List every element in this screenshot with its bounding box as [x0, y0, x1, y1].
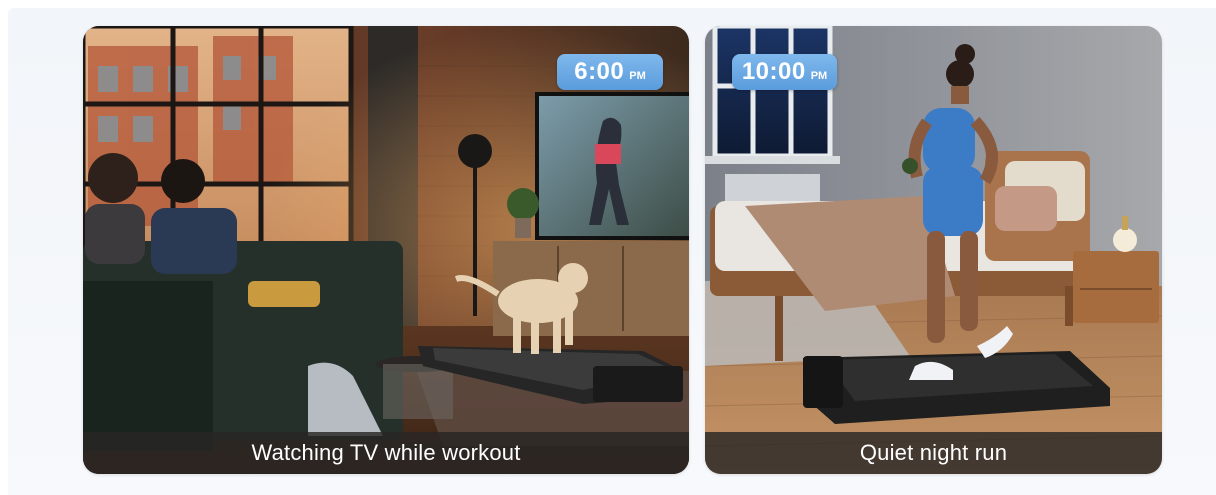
card-caption: Quiet night run	[859, 440, 1008, 465]
caption-bar: Quiet night run	[705, 432, 1162, 474]
caption-bar: Watching TV while workout	[83, 432, 689, 474]
time-badge: 6:00 PM	[557, 54, 663, 90]
living-room-scene-image	[83, 26, 689, 474]
scene-card-tv[interactable]: 6:00 PM Watching TV while workout	[83, 26, 689, 474]
bedroom-scene-image	[705, 26, 1162, 474]
scene-card-night[interactable]: 10:00 PM Quiet night run	[705, 26, 1162, 474]
time-suffix: PM	[629, 70, 646, 82]
content-panel: 6:00 PM Watching TV while workout 10:00 …	[8, 8, 1216, 495]
time-suffix: PM	[810, 70, 828, 82]
card-caption: Watching TV while workout	[251, 440, 521, 465]
time-value: 10:00	[741, 58, 806, 85]
time-value: 6:00	[574, 58, 625, 85]
time-badge: 10:00 PM	[732, 54, 837, 90]
